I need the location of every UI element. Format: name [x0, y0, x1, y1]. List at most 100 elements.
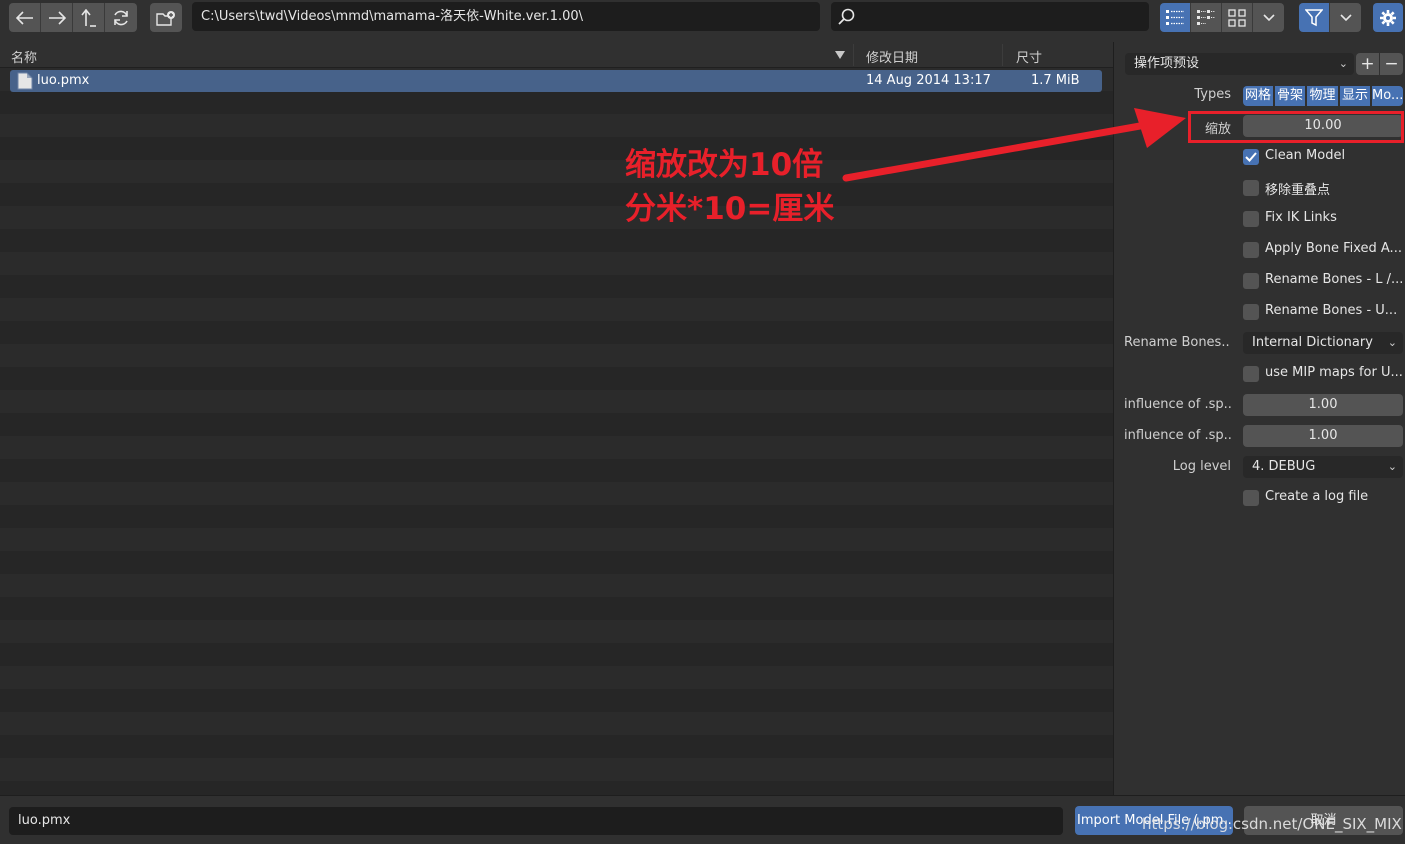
new-folder-group — [150, 3, 182, 32]
type-toggle-mesh[interactable]: 网格 — [1243, 86, 1274, 106]
chevron-down-icon: ⌄ — [1338, 57, 1348, 70]
file-row-stripe — [0, 298, 1113, 321]
clean-model-label: Clean Model — [1265, 148, 1346, 163]
date-column-header[interactable]: 修改日期 — [866, 47, 918, 66]
types-label: Types — [1194, 87, 1231, 102]
checkbox-box[interactable] — [1243, 366, 1259, 382]
annotation-arrow — [842, 108, 1186, 182]
parent-directory-button[interactable] — [73, 3, 105, 32]
file-row-stripe — [0, 758, 1113, 781]
horizontal-list-icon — [1197, 9, 1215, 25]
remove-preset-button[interactable]: − — [1380, 53, 1403, 75]
size-column-header[interactable]: 尺寸 — [1016, 47, 1042, 66]
log-level-dropdown[interactable]: 4. DEBUG ⌄ — [1243, 456, 1403, 478]
type-toggle-armature[interactable]: 骨架 — [1275, 86, 1306, 106]
vertical-list-button[interactable] — [1160, 3, 1191, 32]
fix-ik-links-label: Fix IK Links — [1265, 210, 1337, 225]
horizontal-list-button[interactable] — [1191, 3, 1222, 32]
checkbox-box[interactable] — [1243, 273, 1259, 289]
chevron-down-icon — [1262, 13, 1275, 21]
chevron-down-icon — [1339, 13, 1352, 21]
file-row-stripe — [0, 459, 1113, 482]
rename-bones-lr-label: Rename Bones - L /... — [1265, 272, 1403, 287]
rename-bones-underscore-label: Rename Bones - U... — [1265, 303, 1398, 318]
sort-descending-icon[interactable] — [835, 51, 845, 59]
file-row-stripe — [0, 229, 1113, 252]
search-icon — [838, 8, 855, 25]
apply-bone-fixed-axis-label: Apply Bone Fixed A... — [1265, 241, 1402, 256]
plus-icon: + — [1360, 54, 1375, 74]
remove-doubles-label: 移除重叠点 — [1265, 183, 1331, 198]
file-row-stripe — [0, 505, 1113, 528]
file-browser-toolbar: C:\Users\twd\Videos\mmd\mamama-洛天依-White… — [0, 0, 1405, 42]
checkbox-box[interactable] — [1243, 490, 1259, 506]
file-row-stripe — [0, 206, 1113, 229]
filename-field[interactable]: luo.pmx — [9, 807, 1063, 835]
add-preset-button[interactable]: + — [1356, 53, 1379, 75]
thumbnail-grid-icon — [1228, 8, 1246, 27]
new-folder-icon — [156, 10, 175, 26]
name-column-header[interactable]: 名称 — [11, 47, 37, 66]
type-toggle-morph[interactable]: Mo... — [1372, 86, 1403, 106]
forward-button[interactable] — [41, 3, 73, 32]
sph-influence-label: influence of .sp... — [1124, 397, 1231, 412]
checkbox-box[interactable] — [1243, 149, 1259, 165]
refresh-button[interactable] — [105, 3, 137, 32]
file-name: luo.pmx — [37, 73, 90, 88]
checkbox-box[interactable] — [1243, 180, 1259, 196]
column-divider[interactable] — [1002, 44, 1003, 66]
file-row-stripe — [0, 275, 1113, 298]
rename-bones-method-dropdown[interactable]: Internal Dictionary ⌄ — [1243, 332, 1403, 354]
checkmark-icon — [1245, 152, 1257, 162]
create-log-file-label: Create a log file — [1265, 489, 1369, 504]
directory-path-field[interactable]: C:\Users\twd\Videos\mmd\mamama-洛天依-White… — [192, 2, 820, 31]
thumbnail-grid-button[interactable] — [1222, 3, 1253, 32]
file-row-stripe — [0, 689, 1113, 712]
back-button[interactable] — [9, 3, 41, 32]
column-divider[interactable] — [853, 44, 854, 66]
display-settings-dropdown[interactable] — [1253, 3, 1284, 32]
annotation-highlight-box — [1188, 111, 1404, 143]
file-row-stripe — [0, 597, 1113, 620]
watermark-text: https://blog.csdn.net/ONE_SIX_MIX — [1142, 815, 1402, 833]
operator-presets-dropdown[interactable]: 操作项预设 ⌄ — [1125, 53, 1354, 75]
file-row-luo-pmx[interactable]: luo.pmx 14 Aug 2014 13:17 1.7 MiB — [10, 70, 1102, 92]
log-level-value: 4. DEBUG — [1252, 459, 1316, 474]
sidebar-toggle-button[interactable] — [1373, 3, 1403, 32]
minus-icon: − — [1384, 54, 1399, 74]
file-size: 1.7 MiB — [1031, 73, 1080, 88]
checkbox-box[interactable] — [1243, 304, 1259, 320]
file-row-stripe — [0, 367, 1113, 390]
annotation-line-1: 缩放改为10倍 — [625, 147, 824, 183]
funnel-icon — [1305, 8, 1323, 26]
gear-icon — [1380, 9, 1396, 26]
file-row-stripe — [0, 390, 1113, 413]
sph-influence-field[interactable]: 1.00 — [1243, 394, 1403, 416]
file-row-stripe — [0, 528, 1113, 551]
file-row-stripe — [0, 482, 1113, 505]
search-field[interactable] — [831, 2, 1149, 31]
navigation-buttons — [9, 3, 137, 32]
filter-toggle-button[interactable] — [1299, 3, 1330, 32]
refresh-icon — [114, 10, 128, 25]
checkbox-box[interactable] — [1243, 242, 1259, 258]
file-icon — [17, 72, 33, 90]
spa-influence-label: influence of .sp... — [1124, 428, 1231, 443]
annotation-line-2: 分米*10=厘米 — [625, 191, 835, 227]
file-row-stripe — [0, 643, 1113, 666]
file-row-stripe — [0, 344, 1113, 367]
arrow-right-icon — [48, 10, 66, 25]
spa-influence-field[interactable]: 1.00 — [1243, 425, 1403, 447]
display-mode-group — [1160, 3, 1284, 32]
type-toggle-physics[interactable]: 物理 — [1307, 86, 1339, 106]
chevron-down-icon: ⌄ — [1387, 460, 1397, 473]
use-mip-maps-label: use MIP maps for U... — [1265, 365, 1403, 380]
filter-settings-dropdown[interactable] — [1330, 3, 1361, 32]
file-row-stripe — [0, 413, 1113, 436]
new-folder-button[interactable] — [150, 3, 182, 32]
file-row-stripe — [0, 712, 1113, 735]
preset-label: 操作项预设 — [1134, 56, 1200, 71]
type-toggle-display[interactable]: 显示 — [1340, 86, 1371, 106]
checkbox-box[interactable] — [1243, 211, 1259, 227]
vertical-list-icon — [1166, 9, 1184, 25]
